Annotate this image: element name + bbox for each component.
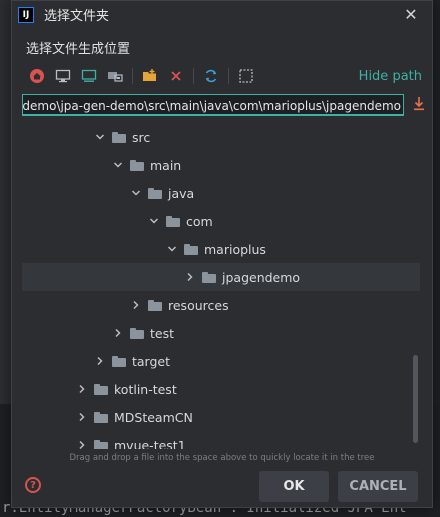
tree-row[interactable]: marioplus (22, 235, 420, 263)
path-input[interactable]: demo\jpa-gen-demo\src\main\java\com\mari… (22, 94, 404, 116)
folder-icon (148, 299, 162, 311)
folder-icon (94, 411, 108, 423)
dialog-subtitle: 选择文件生成位置 (26, 42, 131, 57)
refresh-icon[interactable] (198, 63, 224, 89)
folder-icon (184, 243, 198, 255)
tree-row-label: target (132, 353, 171, 369)
tree-row[interactable]: main (22, 151, 420, 179)
intellij-app-icon: IJ (18, 6, 34, 23)
dialog-title: 选择文件夹 (44, 9, 110, 24)
tree-row-label: resources (168, 297, 229, 313)
folder-icon (94, 383, 108, 395)
chevron-right-icon[interactable] (76, 383, 88, 395)
new-folder-icon[interactable] (137, 63, 163, 89)
tree-row[interactable]: com (22, 207, 420, 235)
chevron-right-icon[interactable] (130, 299, 142, 311)
hide-path-link[interactable]: Hide path (359, 69, 422, 84)
chevron-right-icon[interactable] (112, 327, 124, 339)
show-hidden-icon[interactable] (233, 63, 259, 89)
chevron-down-icon[interactable] (148, 215, 160, 227)
chevron-down-icon[interactable] (112, 159, 124, 171)
file-chooser-toolbar: Hide path (24, 63, 422, 89)
tree-row[interactable]: src (22, 123, 420, 151)
dialog-footer: ? OK CANCEL (12, 469, 432, 505)
tree-row-label: mvue-test1 (114, 437, 186, 450)
tree-row-label: jpagendemo (222, 269, 301, 285)
path-input-value: demo\jpa-gen-demo\src\main\java\com\mari… (22, 99, 401, 113)
chevron-right-icon[interactable] (76, 411, 88, 423)
chevron-right-icon[interactable] (94, 355, 106, 367)
ok-button[interactable]: OK (259, 471, 329, 502)
tree-row-label: com (186, 213, 213, 229)
toolbar-separator (132, 68, 133, 84)
tree-row[interactable]: test (22, 319, 420, 347)
tree-row[interactable]: target (22, 347, 420, 375)
module-icon[interactable] (102, 63, 128, 89)
chevron-right-icon[interactable] (184, 271, 196, 283)
monitor-icon[interactable] (76, 63, 102, 89)
folder-icon (166, 215, 180, 227)
toolbar-separator (228, 68, 229, 84)
tree-row[interactable]: MDSteamCN (22, 403, 420, 431)
toolbar-separator (193, 68, 194, 84)
tree-row-label: marioplus (204, 241, 266, 257)
folder-icon (94, 439, 108, 449)
tree-row[interactable]: resources (22, 291, 420, 319)
folder-icon (130, 327, 144, 339)
tree-scrollbar[interactable] (413, 355, 418, 443)
screen: r.EntityManagerFactoryBean : Initialized… (0, 0, 440, 517)
chevron-down-icon[interactable] (130, 187, 142, 199)
tree-row-label: MDSteamCN (114, 409, 193, 425)
tree-row-label: main (150, 157, 182, 173)
folder-icon (112, 355, 126, 367)
folder-icon (148, 187, 162, 199)
folder-icon (202, 271, 216, 283)
tree-row[interactable]: java (22, 179, 420, 207)
close-button[interactable]: ✕ (402, 5, 420, 24)
chevron-down-icon[interactable] (94, 131, 106, 143)
chevron-right-icon[interactable] (76, 439, 88, 449)
dialog-titlebar: IJ 选择文件夹 ✕ (12, 1, 432, 28)
delete-icon[interactable] (163, 63, 189, 89)
tree-row[interactable]: kotlin-test (22, 375, 420, 403)
desktop-icon[interactable] (50, 63, 76, 89)
chevron-down-icon[interactable] (166, 243, 178, 255)
drag-drop-hint: Drag and drop a file into the space abov… (69, 453, 375, 463)
cancel-button[interactable]: CANCEL (338, 471, 418, 502)
tree-row-label: src (132, 129, 151, 145)
folder-tree[interactable]: src main java com marioplus jpagendemo resourc… (22, 123, 420, 449)
folder-icon (130, 159, 144, 171)
choose-folder-dialog: IJ 选择文件夹 ✕ 选择文件生成位置 Hide path demo\jpa-g… (11, 0, 433, 508)
tree-row-label: kotlin-test (114, 381, 177, 397)
tree-row[interactable]: jpagendemo (22, 263, 420, 291)
folder-icon (112, 131, 126, 143)
tree-row-label: test (150, 325, 175, 341)
home-icon[interactable] (24, 63, 50, 89)
tree-row[interactable]: mvue-test1 (22, 431, 420, 449)
download-icon[interactable] (412, 96, 426, 112)
help-button[interactable]: ? (25, 477, 41, 493)
tree-row-label: java (168, 185, 195, 201)
